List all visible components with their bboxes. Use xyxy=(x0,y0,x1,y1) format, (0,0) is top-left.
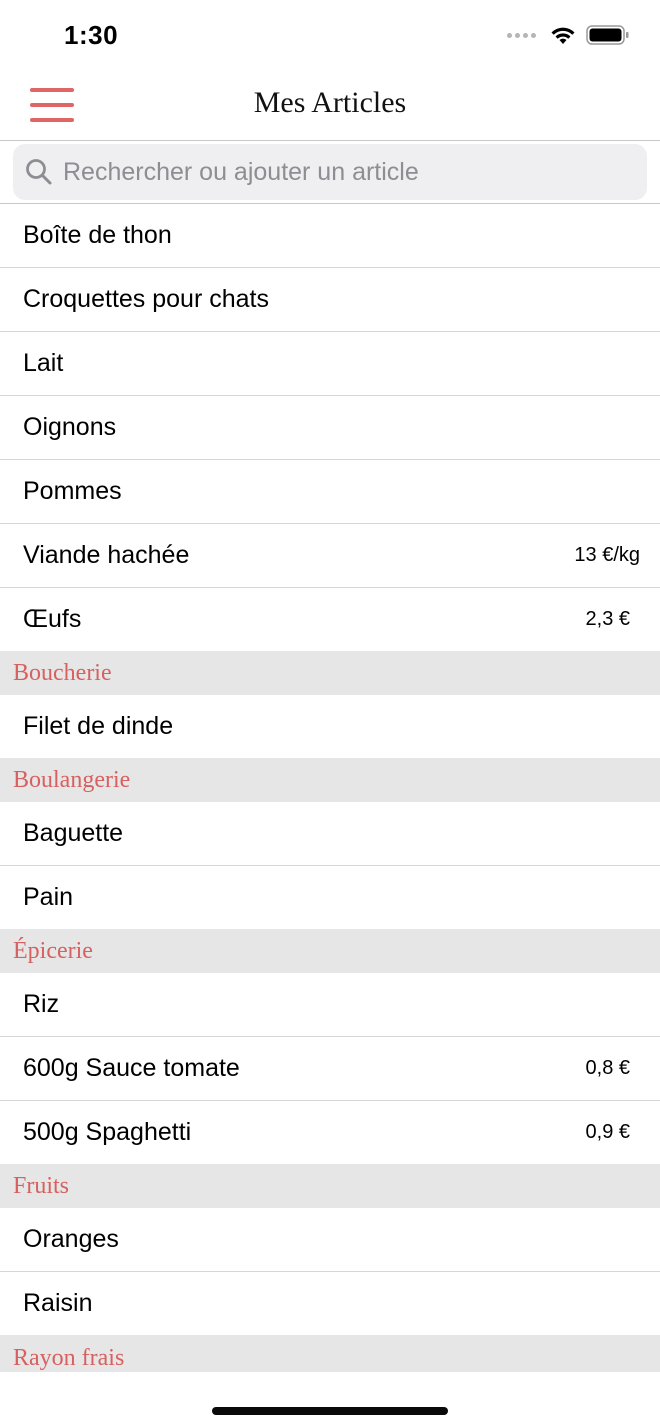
list-item[interactable]: Boîte de thon xyxy=(0,204,660,268)
list-item[interactable]: Oignons xyxy=(0,396,660,460)
search-field[interactable] xyxy=(13,144,647,200)
item-price: 13 €/kg xyxy=(574,544,640,566)
item-name: Pommes xyxy=(23,477,122,505)
section-header-boucherie: Boucherie xyxy=(0,651,660,695)
section-header-rayon-frais: Rayon frais xyxy=(0,1335,660,1372)
home-indicator[interactable] xyxy=(212,1407,448,1415)
nav-bar: Mes Articles xyxy=(0,70,660,141)
list-item[interactable]: Riz xyxy=(0,973,660,1037)
articles-list: Boîte de thon Croquettes pour chats Lait… xyxy=(0,204,660,1372)
section-header-fruits: Fruits xyxy=(0,1164,660,1208)
item-name: Riz xyxy=(23,990,60,1018)
item-name: 600g Sauce tomate xyxy=(23,1054,240,1082)
item-name: Oignons xyxy=(23,413,117,441)
section-header-epicerie: Épicerie xyxy=(0,929,660,973)
item-name: Raisin xyxy=(23,1289,93,1317)
item-price: 0,9 € xyxy=(585,1121,630,1143)
status-time: 1:30 xyxy=(64,20,119,50)
battery-icon xyxy=(586,25,629,45)
item-name: Viande hachée xyxy=(23,541,190,569)
cellular-signal-icon xyxy=(507,32,536,38)
list-item[interactable]: Pain xyxy=(0,866,660,929)
item-name: Baguette xyxy=(23,819,124,847)
item-name: Pain xyxy=(23,883,74,911)
list-item[interactable]: 500g Spaghetti 0,9 € xyxy=(0,1101,660,1164)
section-header-boulangerie: Boulangerie xyxy=(0,758,660,802)
list-item[interactable]: Pommes xyxy=(0,460,660,524)
page-title: Mes Articles xyxy=(253,86,407,119)
item-name: Lait xyxy=(23,349,64,377)
list-item[interactable]: Oranges xyxy=(0,1208,660,1272)
status-icons xyxy=(507,24,630,46)
bottom-safe-area xyxy=(0,1372,660,1428)
wifi-icon xyxy=(551,27,575,44)
list-item[interactable]: Viande hachée 13 €/kg xyxy=(0,524,660,588)
status-bar: 1:30 xyxy=(0,0,660,70)
item-price: 0,8 € xyxy=(585,1057,630,1079)
item-price: 2,3 € xyxy=(585,608,630,630)
item-name: Oranges xyxy=(23,1225,119,1253)
item-name: Œufs xyxy=(23,605,82,633)
list-item[interactable]: Baguette xyxy=(0,802,660,866)
item-name: 500g Spaghetti xyxy=(23,1118,192,1146)
list-item[interactable]: 600g Sauce tomate 0,8 € xyxy=(0,1037,660,1101)
list-item[interactable]: Œufs 2,3 € xyxy=(0,588,660,651)
list-item[interactable]: Raisin xyxy=(0,1272,660,1335)
search-bar xyxy=(0,141,660,204)
list-item[interactable]: Filet de dinde xyxy=(0,695,660,758)
item-name: Filet de dinde xyxy=(23,712,174,740)
item-name: Croquettes pour chats xyxy=(23,285,269,313)
search-icon xyxy=(26,159,52,185)
search-input[interactable] xyxy=(63,157,623,187)
list-item[interactable]: Lait xyxy=(0,332,660,396)
list-item[interactable]: Croquettes pour chats xyxy=(0,268,660,332)
item-name: Boîte de thon xyxy=(23,221,172,249)
